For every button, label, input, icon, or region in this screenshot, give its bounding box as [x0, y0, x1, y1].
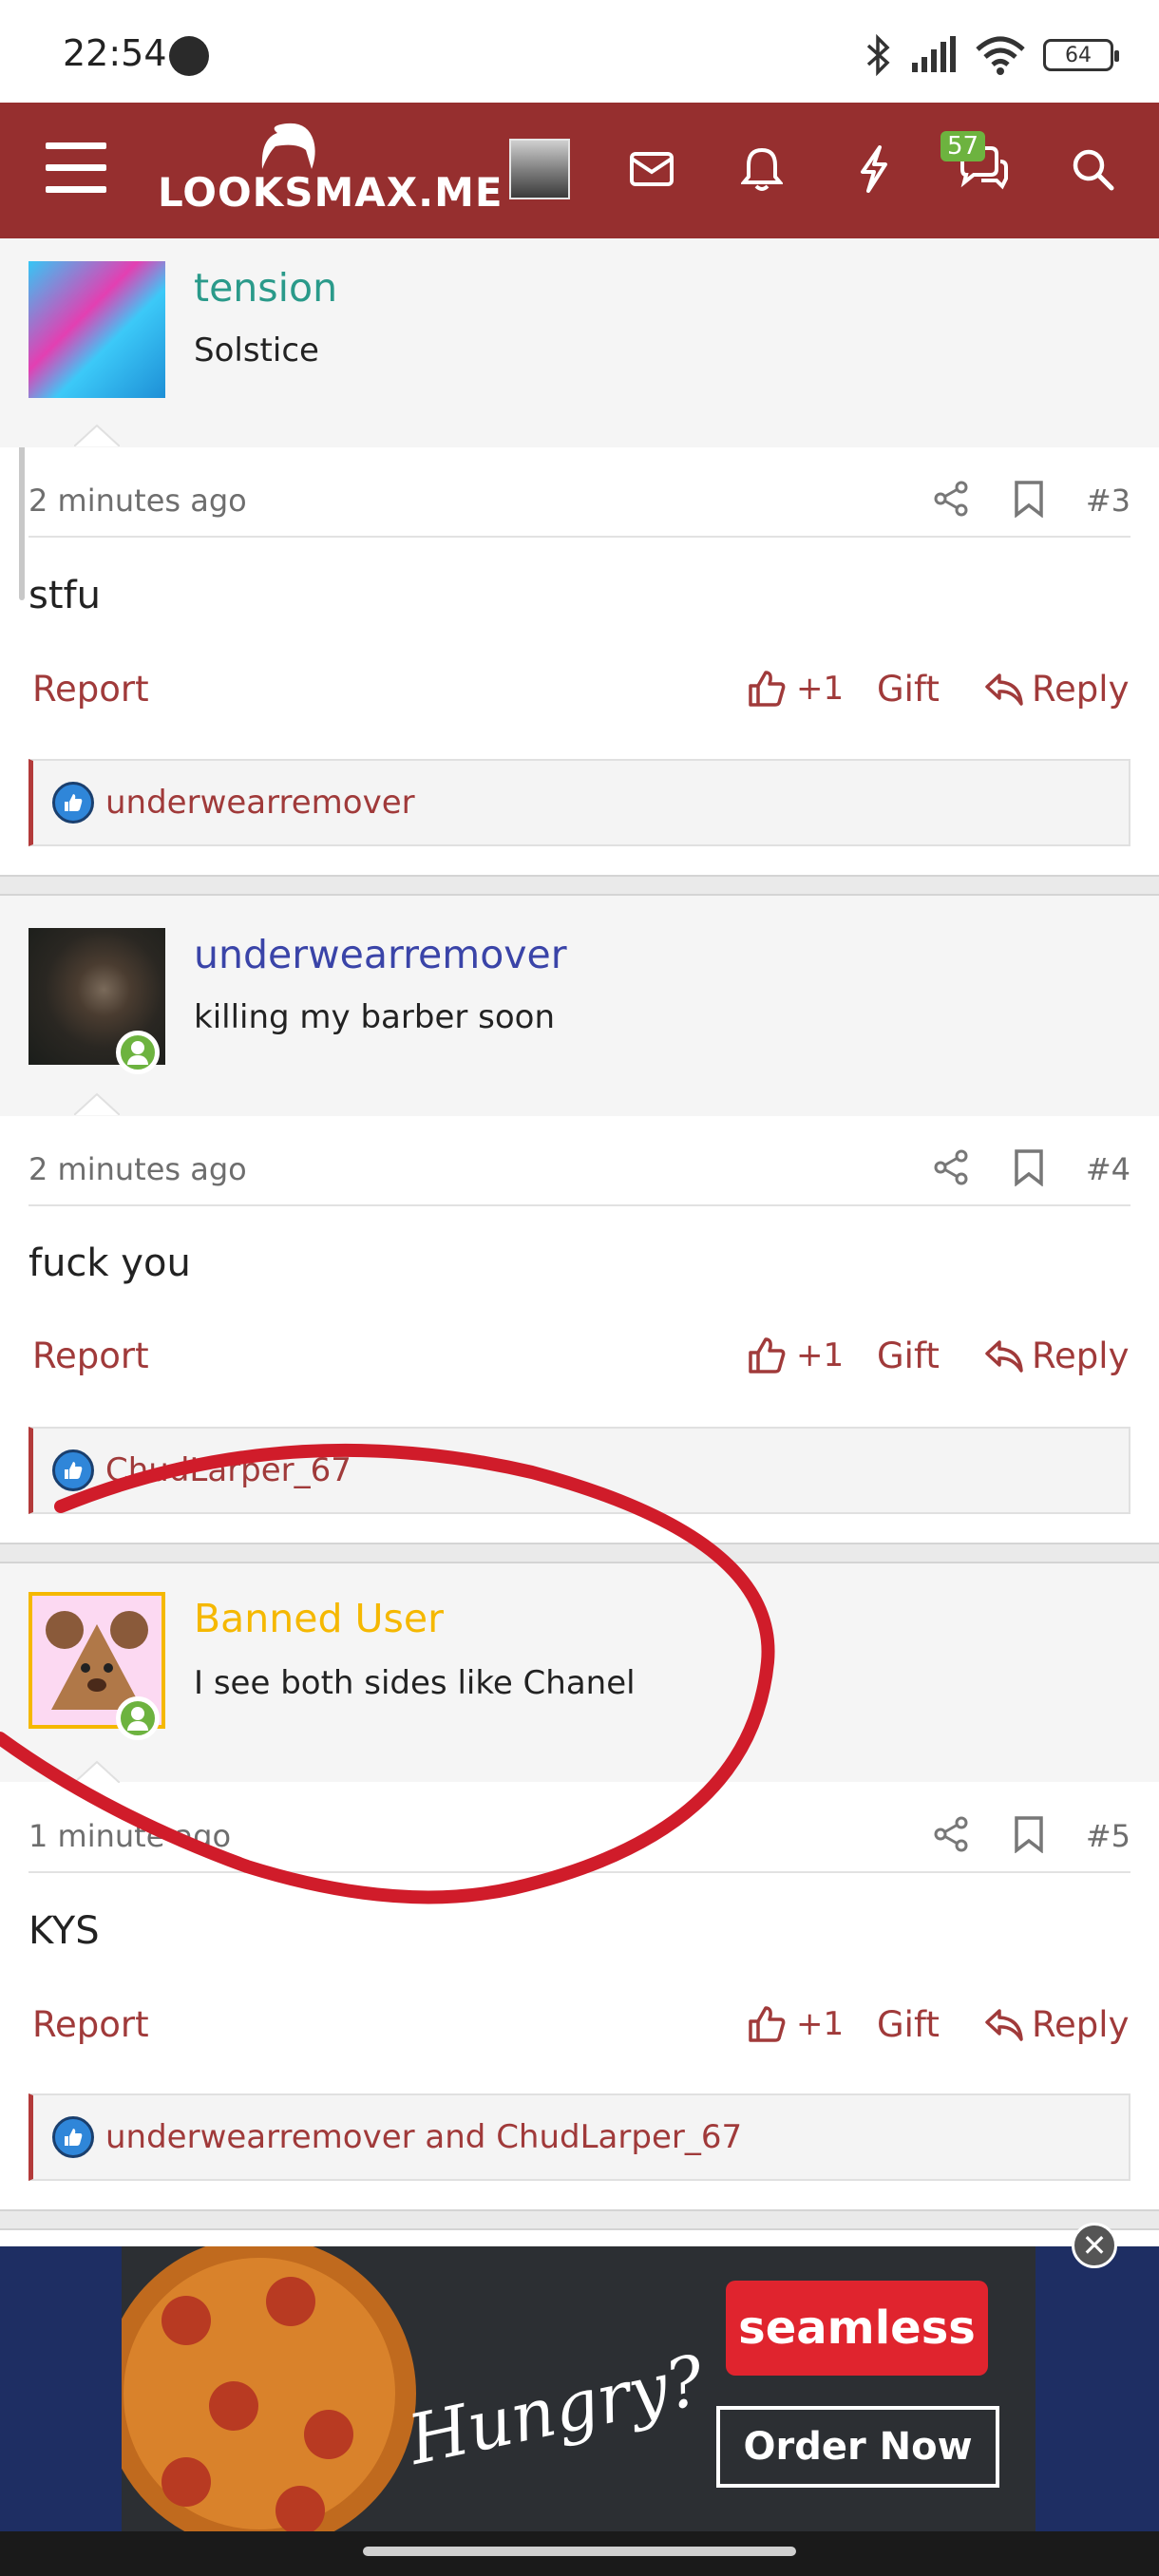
post-user-block: tension Solstice — [0, 238, 1159, 447]
status-time: 22:54 — [63, 32, 167, 74]
reply-icon — [985, 1339, 1023, 1373]
ad-creative[interactable]: Hungry? seamless Order Now — [122, 2246, 1036, 2531]
reply-button[interactable]: Reply — [984, 2004, 1129, 2045]
bookmark-icon[interactable] — [1013, 480, 1045, 518]
reactions-bar[interactable]: ChudLarper_67 — [28, 1427, 1130, 1514]
site-logo[interactable]: LOOKSMAX.ME — [158, 169, 504, 216]
username[interactable]: Banned User — [194, 1596, 444, 1641]
user-avatar[interactable] — [509, 139, 570, 199]
divider — [28, 1204, 1130, 1206]
reactions-bar[interactable]: underwearremover — [28, 759, 1130, 846]
ad-close-icon[interactable]: ✕ — [1072, 2223, 1117, 2268]
reactions-bar[interactable]: underwearremover and ChudLarper_67 — [28, 2093, 1130, 2181]
signal-icon — [912, 36, 956, 72]
divider — [28, 1871, 1130, 1873]
username[interactable]: tension — [194, 265, 337, 311]
notification-dot-icon — [169, 36, 209, 76]
online-status-icon — [116, 1696, 160, 1740]
post-caret — [74, 1760, 120, 1783]
system-nav-bar — [0, 2531, 1159, 2576]
thumbs-up-icon — [749, 671, 786, 707]
reaction-users[interactable]: ChudLarper_67 — [105, 1451, 352, 1489]
status-icons: 64 — [864, 28, 1119, 82]
like-label: +1 — [796, 1336, 845, 1374]
wifi-icon — [976, 36, 1025, 75]
reply-label: Reply — [1032, 1335, 1130, 1376]
reply-label: Reply — [1032, 669, 1130, 710]
post-number[interactable]: #4 — [1086, 1151, 1130, 1187]
bookmark-icon[interactable] — [1013, 1148, 1045, 1186]
user-title: I see both sides like Chanel — [194, 1664, 636, 1702]
divider — [28, 536, 1130, 538]
post-caret — [74, 424, 120, 446]
post-caret — [74, 1092, 120, 1115]
reply-label: Reply — [1032, 2004, 1130, 2045]
like-label: +1 — [796, 2005, 845, 2043]
ad-headline: Hungry? — [401, 2339, 712, 2480]
bell-icon[interactable] — [733, 141, 790, 198]
like-reaction-icon — [52, 782, 94, 824]
reply-button[interactable]: Reply — [984, 669, 1129, 710]
reaction-users[interactable]: underwearremover — [105, 784, 415, 822]
post-time[interactable]: 2 minutes ago — [28, 483, 247, 519]
pizza-image — [122, 2246, 416, 2531]
post-separator — [0, 1543, 1159, 1563]
bookmark-icon[interactable] — [1013, 1815, 1045, 1853]
post-user-block: underwearremover killing my barber soon — [0, 896, 1159, 1116]
mail-icon[interactable] — [623, 141, 680, 198]
like-button[interactable]: +1 — [747, 1335, 844, 1375]
gift-button[interactable]: Gift — [877, 2004, 940, 2045]
like-button[interactable]: +1 — [747, 669, 844, 709]
menu-icon[interactable] — [46, 142, 106, 196]
share-icon[interactable] — [933, 480, 971, 518]
post-user-block: Banned User I see both sides like Chanel — [0, 1563, 1159, 1782]
search-icon[interactable] — [1064, 141, 1121, 198]
share-icon[interactable] — [933, 1815, 971, 1853]
logo-hair-icon — [261, 123, 315, 169]
like-reaction-icon — [52, 2116, 94, 2158]
home-gesture-bar[interactable] — [363, 2547, 796, 2556]
post-number[interactable]: #5 — [1086, 1818, 1130, 1854]
post-number[interactable]: #3 — [1086, 483, 1130, 519]
post-content: KYS — [28, 1909, 100, 1953]
post-content: fuck you — [28, 1241, 191, 1285]
bluetooth-icon — [866, 34, 890, 76]
reply-icon — [985, 2008, 1023, 2041]
like-reaction-icon — [52, 1449, 94, 1491]
reply-button[interactable]: Reply — [984, 1335, 1129, 1376]
gift-button[interactable]: Gift — [877, 1335, 940, 1376]
user-title: killing my barber soon — [194, 998, 556, 1036]
reaction-users[interactable]: underwearremover and ChudLarper_67 — [105, 2118, 742, 2156]
report-button[interactable]: Report — [32, 1335, 149, 1376]
post-time[interactable]: 2 minutes ago — [28, 1151, 247, 1187]
avatar[interactable] — [28, 261, 165, 398]
status-bar: 22:54 64 — [0, 0, 1159, 103]
ad-banner[interactable]: Hungry? seamless Order Now — [0, 2246, 1159, 2531]
share-icon[interactable] — [933, 1148, 971, 1186]
user-title: Solstice — [194, 331, 319, 369]
conversations-badge: 57 — [940, 131, 986, 161]
report-button[interactable]: Report — [32, 669, 149, 710]
post-content: stfu — [28, 574, 101, 617]
battery-level: 64 — [1065, 43, 1092, 67]
username[interactable]: underwearremover — [194, 932, 567, 977]
post-time[interactable]: 1 minute ago — [28, 1818, 231, 1854]
post-separator — [0, 2209, 1159, 2230]
like-button[interactable]: +1 — [747, 2004, 844, 2044]
like-label: +1 — [796, 670, 845, 708]
report-button[interactable]: Report — [32, 2004, 149, 2045]
post-separator — [0, 875, 1159, 896]
ad-brand-logo: seamless — [726, 2281, 988, 2376]
lightning-icon[interactable] — [846, 141, 902, 198]
site-header: LOOKSMAX.ME 57 — [0, 103, 1159, 238]
gift-button[interactable]: Gift — [877, 669, 940, 710]
thumbs-up-icon — [749, 1337, 786, 1373]
online-status-icon — [116, 1031, 160, 1074]
order-now-button[interactable]: Order Now — [716, 2406, 999, 2488]
thumbs-up-icon — [749, 2006, 786, 2042]
reply-icon — [985, 672, 1023, 706]
battery-icon: 64 — [1043, 39, 1119, 71]
